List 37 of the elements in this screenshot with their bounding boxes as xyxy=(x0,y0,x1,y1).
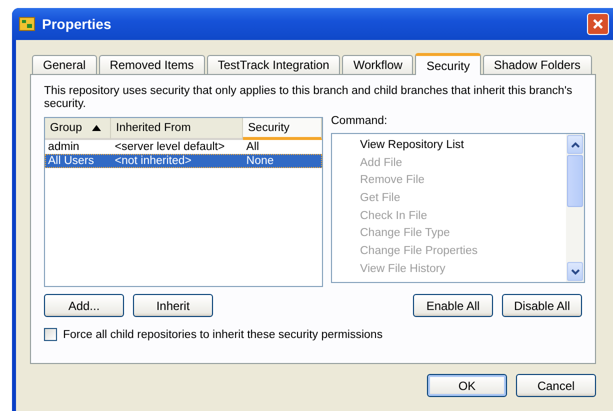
table-row[interactable]: admin <server level default> All xyxy=(45,140,322,154)
action-button[interactable]: Disable All xyxy=(502,294,582,317)
tab[interactable]: TestTrack Integration xyxy=(206,55,340,74)
chevron-down-icon xyxy=(570,268,580,274)
table-cell-text: All xyxy=(245,141,260,153)
tab[interactable]: Shadow Folders xyxy=(482,55,592,74)
column-header[interactable]: Group xyxy=(45,118,111,140)
table-cell-text: All Users xyxy=(47,155,96,167)
dialog-button[interactable]: Cancel xyxy=(516,374,596,397)
chevron-up-icon xyxy=(570,142,580,148)
command-label: Command: xyxy=(331,115,388,129)
table-cell-text: None xyxy=(245,155,275,167)
close-icon xyxy=(592,18,604,30)
checkbox[interactable] xyxy=(44,328,57,341)
scroll-thumb[interactable] xyxy=(567,155,583,207)
tab[interactable]: Security xyxy=(415,53,481,75)
table-cell-text: admin xyxy=(47,141,80,153)
table-row[interactable]: All Users <not inherited> None xyxy=(45,154,322,168)
table-cell-text: <not inherited> xyxy=(114,155,192,167)
dialog-button[interactable]: OK xyxy=(427,374,507,397)
description-text: This repository uses security that only applies to this branch and child branches that inherit this branch's security. xyxy=(44,85,574,111)
column-header[interactable]: Security xyxy=(243,118,322,140)
window-title: Properties xyxy=(42,16,112,32)
tab[interactable]: Removed Items xyxy=(98,55,205,74)
command-item[interactable]: View Repository List xyxy=(360,137,566,155)
action-button[interactable]: Add... xyxy=(44,294,124,317)
tab[interactable]: Workflow xyxy=(342,55,414,74)
scroll-up-button[interactable] xyxy=(567,135,583,154)
sort-up-icon xyxy=(92,125,101,131)
close-button[interactable] xyxy=(587,13,609,35)
table-cell-text: <server level default> xyxy=(114,141,226,153)
checkbox-label: Force all child repositories to inherit these security permissions xyxy=(63,328,383,340)
action-button[interactable]: Inherit xyxy=(133,294,213,317)
window-icon xyxy=(19,17,35,31)
scroll-down-button[interactable] xyxy=(567,262,583,281)
tab[interactable]: General xyxy=(32,55,97,74)
action-button[interactable]: Enable All xyxy=(413,294,493,317)
